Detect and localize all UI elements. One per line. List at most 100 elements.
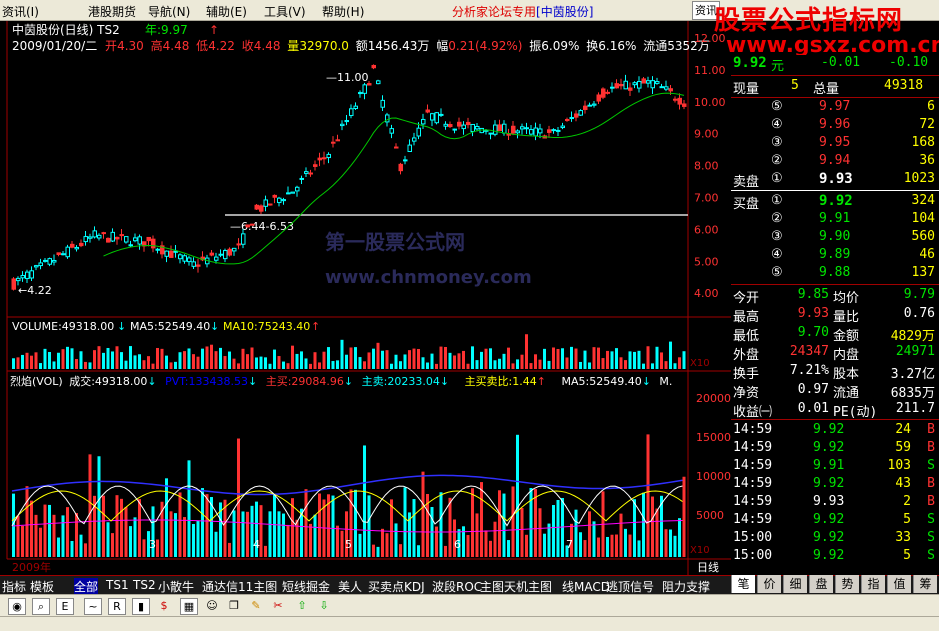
vol-indicator-bar — [178, 492, 182, 557]
tab-item[interactable]: 主图天机主图 — [480, 578, 552, 595]
price-tick-label: 9.00 — [694, 128, 719, 141]
right-tab[interactable]: 笔 — [731, 575, 755, 593]
volume-ma5: MA5:52549.40 — [130, 320, 210, 333]
volume-bar — [300, 351, 303, 369]
info-volume-label: 量 — [287, 39, 299, 53]
candle-body — [232, 247, 237, 252]
vol-indicator-bar — [417, 545, 420, 557]
calendar-icon[interactable]: ▦ — [180, 598, 198, 615]
volume-bar — [286, 363, 290, 369]
arrow-down-icon[interactable]: ⇩ — [316, 598, 332, 613]
vol-indicator-bar — [462, 526, 465, 557]
vol-indicator-bar — [372, 544, 375, 557]
buy-row-volume: 560 — [911, 229, 935, 244]
promo-stock-name: [中茵股份] — [536, 5, 594, 19]
volume-row: 现量 5 总量 49318 — [731, 78, 939, 97]
zoom-icon[interactable]: ◉ — [8, 598, 26, 615]
volume-bar — [480, 351, 483, 369]
tab-item[interactable]: 买卖点KDJ — [368, 578, 425, 595]
right-tab[interactable]: 值 — [887, 575, 911, 593]
chart-area[interactable]: 中茵股份(日线) TS2 年:9.97 ↑ 2009/01/20/二 开4.30… — [0, 21, 731, 575]
right-tab[interactable]: 指 — [861, 575, 885, 593]
copy-icon[interactable]: ❐ — [226, 598, 242, 613]
volume-bar — [246, 354, 249, 369]
tab-item[interactable]: TS1 — [106, 578, 129, 592]
vol-indicator-main-buy: 主买:29084.96 — [266, 375, 344, 388]
menu-item-navigate[interactable]: 导航(N) — [148, 3, 190, 20]
vol-indicator-bar — [363, 445, 366, 557]
buy-row-price: 9.88 — [819, 265, 851, 280]
tab-item[interactable]: 小散牛 — [158, 578, 194, 595]
menu-item-info[interactable]: 资讯(I) — [2, 3, 39, 20]
volume-scale: X10 — [690, 358, 710, 369]
menu-item-hk-futures[interactable]: 港股期货 — [88, 3, 136, 20]
buy-row-level: ⑤ — [771, 265, 783, 280]
tab-item[interactable]: 美人 — [338, 578, 362, 595]
candle-body — [335, 139, 340, 142]
right-tab[interactable]: 价 — [757, 575, 781, 593]
menu-item-help[interactable]: 帮助(H) — [322, 3, 364, 20]
bar-chart-icon[interactable]: ▮ — [132, 598, 150, 615]
right-tab[interactable]: 盘 — [809, 575, 833, 593]
stat-label-2: 金额 — [833, 329, 860, 344]
tab-item[interactable]: 线MACD — [562, 578, 610, 595]
volume-bar — [354, 347, 357, 369]
price-tick-label: 7.00 — [694, 192, 719, 205]
volume-bar — [673, 363, 677, 369]
vol-indicator-bar — [435, 526, 438, 557]
etf-icon[interactable]: E — [56, 598, 74, 615]
menu-item-tools[interactable]: 工具(V) — [264, 3, 306, 20]
tab-item[interactable]: 阻力支撑 — [662, 578, 710, 595]
candle-body — [515, 130, 520, 134]
right-tab[interactable]: 筹 — [913, 575, 937, 593]
candle-body — [20, 274, 25, 279]
stat-row: 外盘 24347 内盘 24971 — [731, 344, 939, 363]
vol-indicator-bar — [201, 488, 204, 557]
right-tab[interactable]: 细 — [783, 575, 807, 593]
vol-indicator-bar — [579, 532, 582, 557]
info-line: 2009/01/20/二 开4.30 高4.48 低4.22 收4.48 量32… — [12, 38, 710, 53]
vol-indicator-name: 烈焰(VOL) — [10, 374, 63, 388]
user-icon[interactable]: ☺ — [204, 598, 220, 613]
stat-label-2: 量比 — [833, 310, 860, 325]
tab-item[interactable]: 模板 — [30, 578, 54, 595]
tick-volume: 43 — [895, 476, 911, 491]
search-icon[interactable]: ⌕ — [32, 598, 50, 615]
tab-item[interactable]: 全部 — [74, 578, 99, 595]
tick-price: 9.92 — [813, 530, 845, 545]
arrow-up-icon[interactable]: ⇧ — [294, 598, 310, 613]
buy-row-level: ① — [771, 193, 783, 208]
volume-bar — [453, 355, 456, 369]
tab-item[interactable]: TS2 — [133, 578, 156, 592]
volume-bar — [88, 362, 92, 369]
volume-bar — [430, 353, 434, 369]
tab-item[interactable]: 波段ROC — [432, 578, 482, 595]
tab-item[interactable]: 通达信11主图 — [202, 578, 277, 595]
dollar-icon[interactable]: $ — [156, 598, 172, 613]
volume-bar — [210, 344, 213, 369]
rsi-icon[interactable]: R — [108, 598, 126, 615]
stat-value-1: 24347 — [789, 344, 829, 359]
volume-bar — [61, 349, 65, 369]
candle-body — [344, 120, 349, 123]
vol-indicator-bar — [183, 517, 186, 557]
tab-item[interactable]: 逃顶信号 — [606, 578, 654, 595]
chart-icon[interactable]: ~ — [84, 598, 102, 615]
vol-indicator-bar — [129, 526, 132, 557]
volume-bar — [93, 350, 96, 369]
right-tab[interactable]: 势 — [835, 575, 859, 593]
vol-indicator-bar — [646, 434, 650, 557]
pencil-icon[interactable]: ✎ — [248, 598, 264, 613]
tab-item[interactable]: 短线掘金 — [282, 578, 330, 595]
vol-indicator-bar — [79, 534, 83, 557]
info-volume: 32970.0 — [299, 39, 349, 53]
vol-indicator-ratio: 主买卖比:1.44 — [465, 375, 537, 388]
tab-item[interactable]: 指标 — [2, 578, 26, 595]
volume-bar — [367, 352, 371, 369]
wrench-icon[interactable]: ✂ — [270, 598, 286, 613]
menu-item-assist[interactable]: 辅助(E) — [206, 3, 247, 20]
stat-value-1: 0.97 — [797, 382, 829, 397]
candle-body — [299, 177, 304, 180]
candle-body — [596, 94, 601, 102]
candle-body — [254, 204, 259, 210]
